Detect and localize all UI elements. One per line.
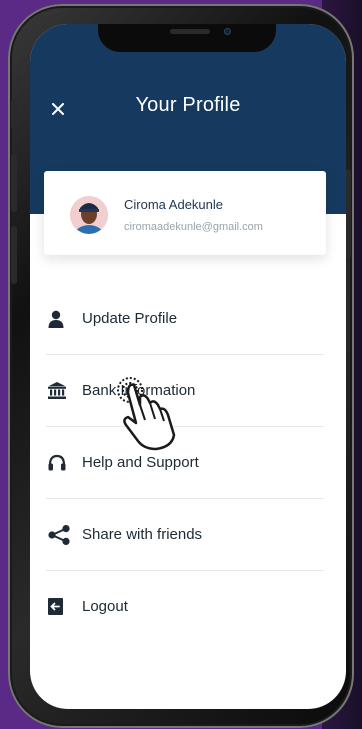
volume-down-button bbox=[11, 226, 17, 284]
menu-item-logout[interactable]: Logout bbox=[46, 571, 324, 642]
profile-name: Ciroma Adekunle bbox=[124, 197, 223, 212]
phone-screen: Your Profile Ciroma Adekunle ciromaadeku… bbox=[30, 24, 346, 709]
menu-label: Share with friends bbox=[82, 526, 203, 543]
front-camera bbox=[224, 28, 231, 35]
menu-label: Update Profile bbox=[82, 310, 178, 327]
menu-label: Bank Information bbox=[82, 382, 196, 399]
profile-card[interactable]: Ciroma Adekunle ciromaadekunle@gmail.com bbox=[44, 171, 326, 255]
menu-label: Help and Support bbox=[82, 454, 199, 471]
person-icon bbox=[48, 308, 74, 330]
volume-up-button bbox=[11, 154, 17, 212]
share-icon bbox=[48, 524, 74, 546]
mute-switch bbox=[11, 99, 17, 129]
profile-menu: Update Profile Bank Information Help and… bbox=[46, 283, 324, 642]
notch bbox=[98, 24, 276, 52]
speaker-grille bbox=[170, 29, 210, 34]
page-title: Your Profile bbox=[135, 94, 241, 116]
headset-icon bbox=[48, 452, 74, 474]
menu-item-bank-information[interactable]: Bank Information bbox=[46, 355, 324, 427]
bank-icon bbox=[48, 380, 74, 402]
menu-item-update-profile[interactable]: Update Profile bbox=[46, 283, 324, 355]
profile-email: ciromaadekunle@gmail.com bbox=[124, 221, 263, 233]
avatar bbox=[70, 196, 108, 234]
menu-item-share-with-friends[interactable]: Share with friends bbox=[46, 499, 324, 571]
logout-icon bbox=[48, 596, 74, 618]
menu-label: Logout bbox=[82, 598, 128, 615]
menu-item-help-and-support[interactable]: Help and Support bbox=[46, 427, 324, 499]
